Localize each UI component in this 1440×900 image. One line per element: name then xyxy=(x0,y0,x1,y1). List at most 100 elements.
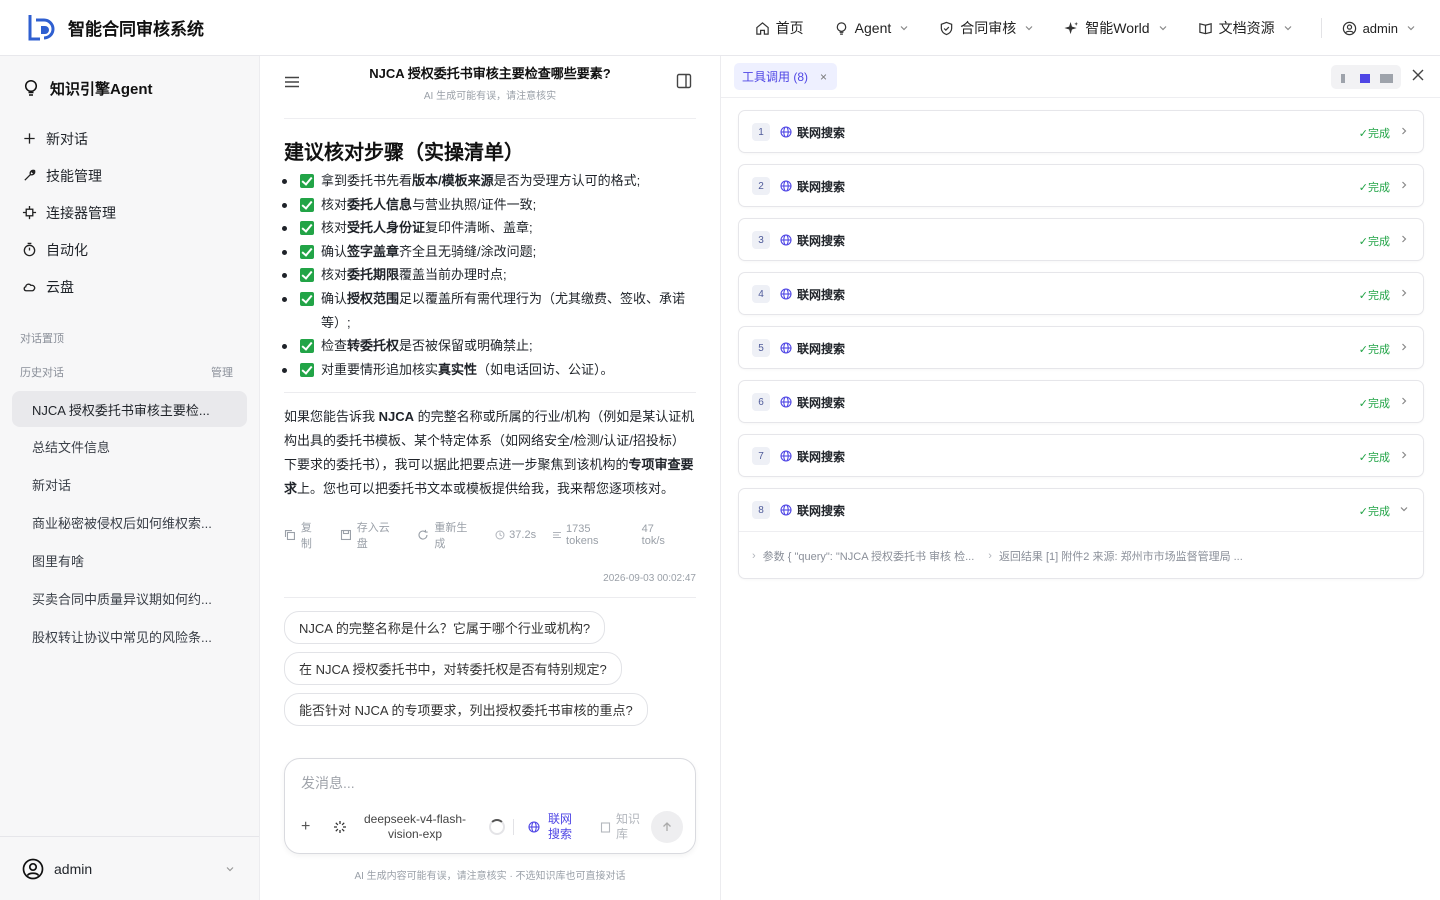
layout-switcher[interactable] xyxy=(1331,65,1401,89)
tool-call-params[interactable]: 参数 { "query": "NJCA 授权委托书 审核 检... xyxy=(763,548,975,564)
tool-call-row[interactable]: 4 联网搜索 ✓完成 xyxy=(739,273,1423,315)
history-item[interactable]: 图里有啥 xyxy=(12,541,247,579)
sidebar-item-label: 连接器管理 xyxy=(46,204,116,221)
suggestion-chip[interactable]: NJCA 的完整名称是什么？它属于哪个行业或机构? xyxy=(284,610,606,644)
chevron-right-icon xyxy=(1402,397,1407,405)
nav-user-menu[interactable]: admin xyxy=(1342,21,1416,36)
loading-spinner xyxy=(489,819,505,835)
brand[interactable]: 智能合同审核系统 xyxy=(26,12,204,44)
nav-doc-resources[interactable]: 文档资源 xyxy=(1198,18,1293,38)
item-text: 复印件清晰、盖章; xyxy=(425,220,533,236)
web-search-toggle[interactable]: 联网搜索 xyxy=(528,812,574,842)
plus-icon xyxy=(24,133,35,144)
copy-icon xyxy=(284,529,295,540)
layout-option-wide[interactable] xyxy=(1380,74,1393,83)
nav-docs-label: 文档资源 xyxy=(1218,20,1275,36)
tool-call-index: 5 xyxy=(752,339,770,357)
send-button[interactable] xyxy=(651,811,683,843)
nav-contract-review[interactable]: 合同审核 xyxy=(939,18,1034,38)
close-panel-icon[interactable] xyxy=(1411,68,1425,82)
tool-call-result[interactable]: 返回结果 [1] 附件2 来源: 郑州市市场监督管理局 ... xyxy=(999,548,1243,564)
token-count: 1735 tokens xyxy=(552,523,626,547)
item-text: 是否为受理方认可的格式; xyxy=(493,173,641,188)
checklist: 拿到委托书先看版本/模板来源是否为受理方认可的格式; 核对委托人信息与营业执照/… xyxy=(278,169,696,381)
history-manage-link[interactable]: 管理 xyxy=(211,364,233,380)
sidebar-item-automation[interactable]: 自动化 xyxy=(22,231,259,268)
regenerate-button[interactable]: 重新生成 xyxy=(417,519,478,551)
clock-icon xyxy=(495,530,505,540)
save-label: 存入云盘 xyxy=(356,521,390,550)
sidebar-user-footer[interactable]: admin xyxy=(0,836,259,900)
close-tab-icon[interactable]: × xyxy=(820,70,827,84)
globe-icon xyxy=(780,180,792,192)
sidebar-item-connectors[interactable]: 连接器管理 xyxy=(22,194,259,231)
tool-call-row[interactable]: 1 联网搜索 ✓完成 xyxy=(739,111,1423,153)
chevron-down-icon xyxy=(1025,26,1033,31)
history-item[interactable]: 买卖合同中质量异议期如何约... xyxy=(12,579,247,617)
ai-disclaimer: AI 生成内容可能有误，请注意核实 · 不选知识库也可直接对话 xyxy=(354,871,626,882)
message-heading: 建议核对步骤（实操清单） xyxy=(284,142,524,164)
tab-tool-calls[interactable]: 工具调用 (8) × xyxy=(734,63,838,90)
chevron-right-icon: › xyxy=(752,549,756,562)
tool-call-status: ✓完成 xyxy=(1358,236,1390,248)
token-speed: 47 tok/s xyxy=(642,523,680,547)
checklist-item: 拿到委托书先看版本/模板来源是否为受理方认可的格式; xyxy=(282,169,696,193)
item-bold: 签字盖章 xyxy=(347,243,400,259)
history-item-active[interactable]: NJCA 授权委托书审核主要检... xyxy=(12,391,247,427)
chevron-down-icon xyxy=(226,866,234,871)
history-item[interactable]: 商业秘密被侵权后如何维权索... xyxy=(12,503,247,541)
shield-icon xyxy=(941,21,953,35)
tool-call-row[interactable]: 8 联网搜索 ✓完成 xyxy=(739,489,1423,531)
regenerate-label: 重新生成 xyxy=(434,521,468,550)
tool-call-card: 7 联网搜索 ✓完成 xyxy=(738,434,1424,477)
para-text: 上。您也可以把委托书文本或模板提供给我，我来帮您逐项核对。 xyxy=(297,480,675,496)
tool-call-row[interactable]: 5 联网搜索 ✓完成 xyxy=(739,327,1423,369)
globe-icon xyxy=(780,342,792,354)
history-item[interactable]: 股权转让协议中常见的风险条... xyxy=(12,617,247,655)
tokens-value: 1735 tokens xyxy=(566,522,599,547)
sidebar-item-cloud[interactable]: 云盘 xyxy=(22,268,259,305)
tool-call-row[interactable]: 3 联网搜索 ✓完成 xyxy=(739,219,1423,261)
side-panel-toggle-icon[interactable] xyxy=(676,73,692,89)
attach-button[interactable]: + xyxy=(301,818,323,836)
save-to-cloud-button[interactable]: 存入云盘 xyxy=(340,519,401,551)
sparkle-icon xyxy=(1064,21,1079,34)
layout-option-medium[interactable] xyxy=(1360,74,1370,83)
nav-smart-world[interactable]: 智能World xyxy=(1064,18,1167,38)
nav-home-label: 首页 xyxy=(775,20,804,36)
para-bold: NJCA xyxy=(378,409,415,425)
tool-call-row[interactable]: 2 联网搜索 ✓完成 xyxy=(739,165,1423,207)
chevron-down-icon xyxy=(1284,26,1292,31)
sidebar-item-skills[interactable]: 技能管理 xyxy=(22,157,259,194)
globe-icon xyxy=(780,396,792,408)
suggestion-chip[interactable]: 能否针对 NJCA 的专项要求，列出授权委托书审核的重点? xyxy=(284,692,648,726)
history-item[interactable]: 总结文件信息 xyxy=(12,427,247,465)
item-text: 齐全且无骑缝/涂改问题; xyxy=(399,243,537,259)
item-text: 确认 xyxy=(321,243,348,259)
sidebar-menu: 新对话 技能管理 连接器管理 自动化 云盘 xyxy=(0,120,259,305)
knowledge-base-toggle[interactable]: 知识库 xyxy=(600,812,642,842)
speed-value: 47 tok/s xyxy=(641,522,665,547)
nav-home[interactable]: 首页 xyxy=(755,18,804,38)
tool-call-row[interactable]: 7 联网搜索 ✓完成 xyxy=(739,435,1423,477)
tool-call-status: ✓完成 xyxy=(1358,182,1390,194)
model-selector[interactable]: deepseek-v4-flash-vision-exp xyxy=(333,812,473,842)
history-item[interactable]: 新对话 xyxy=(12,465,247,503)
sidebar-item-new-chat[interactable]: 新对话 xyxy=(22,120,259,157)
tool-call-name: 联网搜索 xyxy=(797,341,846,356)
message-input[interactable] xyxy=(301,775,681,791)
checklist-item: 确认授权范围足以覆盖所有需代理行为（尤其缴费、签收、承诺等）; xyxy=(282,287,696,334)
tool-call-index: 8 xyxy=(752,501,770,519)
chat-header: NJCA 授权委托书审核主要检查哪些要素? AI 生成可能有误，请注意核实 xyxy=(284,56,696,119)
suggestion-chip[interactable]: 在 NJCA 授权委托书中，对转委托权是否有特别规定? xyxy=(284,651,622,685)
nav-agent[interactable]: Agent xyxy=(834,20,910,36)
footer-username: admin xyxy=(54,860,93,877)
tool-call-detail: › 参数 { "query": "NJCA 授权委托书 审核 检... › 返回结果 … xyxy=(739,531,1423,579)
chevron-right-icon xyxy=(1402,181,1407,189)
refresh-icon xyxy=(418,529,429,540)
copy-button[interactable]: 复制 xyxy=(284,519,323,551)
tool-call-row[interactable]: 6 联网搜索 ✓完成 xyxy=(739,381,1423,423)
layout-option-narrow[interactable] xyxy=(1341,74,1345,83)
item-bold: 授权范围 xyxy=(347,290,400,306)
item-text: 核对 xyxy=(321,220,348,236)
